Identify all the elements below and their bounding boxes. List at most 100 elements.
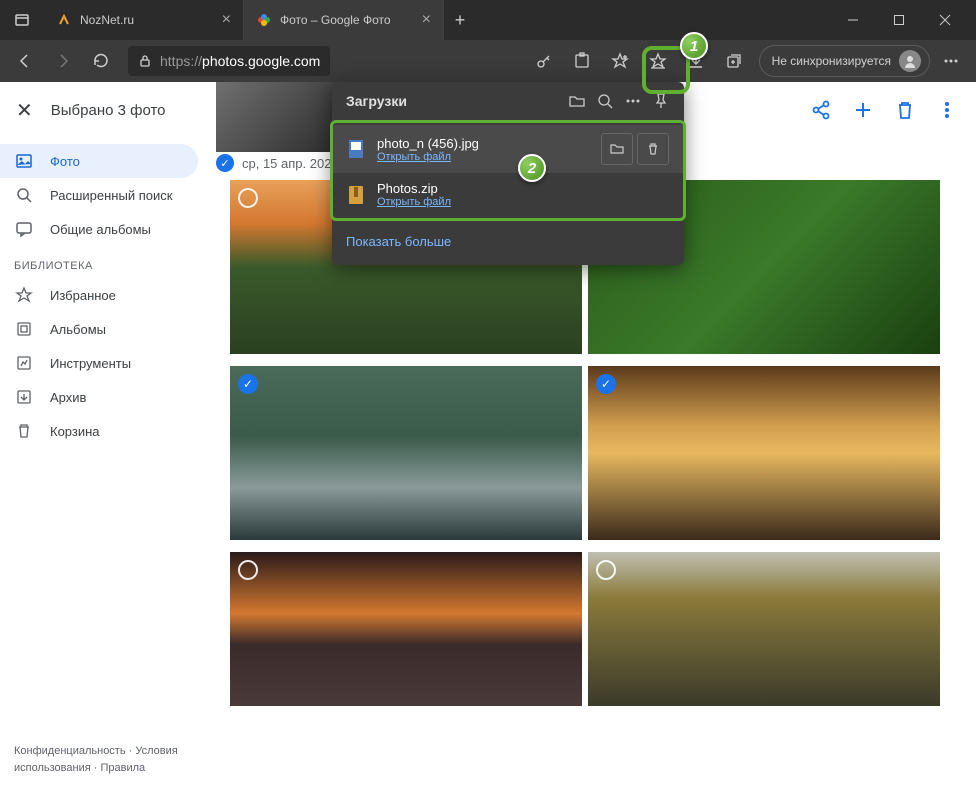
close-icon[interactable]: × xyxy=(422,11,431,29)
browser-toolbar: https://photos.google.com Не синхронизир… xyxy=(0,40,976,82)
nav-favorites[interactable]: Избранное xyxy=(0,278,198,312)
add-button[interactable] xyxy=(852,99,874,121)
tab-title: NozNet.ru xyxy=(80,13,134,27)
nav-tools[interactable]: Инструменты xyxy=(0,346,198,380)
key-icon[interactable] xyxy=(527,44,561,78)
url-host: photos.google.com xyxy=(202,53,320,69)
photo-thumb[interactable] xyxy=(230,552,582,706)
sidebar: ✕ Выбрано 3 фото Фото Расширенный поиск … xyxy=(0,82,210,790)
share-button[interactable] xyxy=(810,99,832,121)
select-circle[interactable] xyxy=(596,560,616,580)
more-button[interactable] xyxy=(934,44,968,78)
pin-button[interactable] xyxy=(652,92,670,110)
open-file-link[interactable]: Открыть файл xyxy=(377,151,589,163)
address-bar[interactable]: https://photos.google.com xyxy=(128,46,330,76)
more-downloads-button[interactable] xyxy=(624,92,642,110)
profile-label: Не синхронизируется xyxy=(772,54,891,68)
nav-search[interactable]: Расширенный поиск xyxy=(0,178,198,212)
back-button[interactable] xyxy=(8,44,42,78)
extensions-icon[interactable] xyxy=(565,44,599,78)
nav-label: Общие альбомы xyxy=(50,222,151,237)
photo-thumb[interactable]: ✓ xyxy=(230,366,582,540)
collections-icon[interactable] xyxy=(717,44,751,78)
show-in-folder-button[interactable] xyxy=(601,133,633,165)
search-downloads-button[interactable] xyxy=(596,92,614,110)
tools-icon xyxy=(14,354,34,372)
download-text: Photos.zip Открыть файл xyxy=(377,181,669,208)
nav-label: Избранное xyxy=(50,288,116,303)
favorites-icon[interactable] xyxy=(603,44,637,78)
nav-photos[interactable]: Фото xyxy=(0,144,198,178)
privacy-link[interactable]: Конфиденциальность xyxy=(14,745,126,757)
close-window-button[interactable] xyxy=(922,4,968,36)
new-tab-button[interactable]: + xyxy=(444,0,476,40)
forward-button[interactable] xyxy=(46,44,80,78)
file-image-icon xyxy=(347,138,365,160)
nav-archive[interactable]: Архив xyxy=(0,380,198,414)
nav: Фото Расширенный поиск Общие альбомы БИБ… xyxy=(0,138,210,448)
more-options-button[interactable] xyxy=(936,99,958,121)
footer-links: Конфиденциальность · Условия использован… xyxy=(0,729,210,790)
tab-noznet[interactable]: NozNet.ru × xyxy=(44,0,244,40)
date-select-check[interactable]: ✓ xyxy=(216,154,234,172)
photo-thumb[interactable] xyxy=(216,82,344,152)
show-more-link[interactable]: Показать больше xyxy=(346,234,451,249)
select-circle[interactable] xyxy=(238,188,258,208)
album-icon xyxy=(14,320,34,338)
downloads-list: photo_n (456).jpg Открыть файл Photos.zi… xyxy=(330,120,686,221)
delete-button[interactable] xyxy=(894,99,916,121)
favicon-icon xyxy=(256,12,272,28)
minimize-button[interactable] xyxy=(830,4,876,36)
refresh-button[interactable] xyxy=(84,44,118,78)
url-scheme: https:// xyxy=(160,53,202,69)
download-item[interactable]: photo_n (456).jpg Открыть файл xyxy=(333,125,683,173)
tab-google-photos[interactable]: Фото – Google Фото × xyxy=(244,0,444,40)
download-item[interactable]: Photos.zip Открыть файл xyxy=(333,173,683,216)
selection-bar: ✕ Выбрано 3 фото xyxy=(0,82,210,138)
callout-badge-1: 1 xyxy=(680,32,708,60)
delete-download-button[interactable] xyxy=(637,133,669,165)
download-actions xyxy=(601,133,669,165)
select-circle[interactable] xyxy=(238,560,258,580)
open-file-link[interactable]: Открыть файл xyxy=(377,196,669,208)
rules-link[interactable]: Правила xyxy=(100,762,145,774)
nav-label: Корзина xyxy=(50,424,100,439)
selection-label: Выбрано 3 фото xyxy=(51,102,166,119)
photo-thumb[interactable] xyxy=(588,552,940,706)
close-icon[interactable]: × xyxy=(222,11,231,29)
photo-thumb[interactable]: ✓ xyxy=(588,366,940,540)
favicon-icon xyxy=(56,12,72,28)
trash-icon xyxy=(14,422,34,440)
callout-badge-2: 2 xyxy=(518,154,546,182)
nav-label: Архив xyxy=(50,390,86,405)
action-bar xyxy=(792,82,976,138)
select-circle[interactable]: ✓ xyxy=(596,374,616,394)
downloads-title: Загрузки xyxy=(346,93,558,109)
lock-icon xyxy=(138,54,152,68)
maximize-button[interactable] xyxy=(876,4,922,36)
download-text: photo_n (456).jpg Открыть файл xyxy=(377,136,589,163)
tabs: NozNet.ru × Фото – Google Фото × + xyxy=(44,0,830,40)
nav-label: Альбомы xyxy=(50,322,106,337)
download-filename: Photos.zip xyxy=(377,181,669,196)
nav-trash[interactable]: Корзина xyxy=(0,414,198,448)
downloads-header: Загрузки xyxy=(332,82,684,120)
image-icon xyxy=(14,152,34,170)
show-more-row: Показать больше xyxy=(332,221,684,265)
download-filename: photo_n (456).jpg xyxy=(377,136,589,151)
tab-actions-icon[interactable] xyxy=(8,6,36,34)
search-icon xyxy=(14,186,34,204)
window-controls xyxy=(830,4,968,36)
open-folder-button[interactable] xyxy=(568,92,586,110)
tab-title: Фото – Google Фото xyxy=(280,13,391,27)
star-icon xyxy=(14,286,34,304)
nav-label: Инструменты xyxy=(50,356,131,371)
downloads-panel: Загрузки photo_n (456).jpg Открыть файл … xyxy=(332,82,684,265)
library-heading: БИБЛИОТЕКА xyxy=(0,246,210,278)
clear-selection-button[interactable]: ✕ xyxy=(16,98,33,123)
archive-icon xyxy=(14,388,34,406)
nav-albums[interactable]: Альбомы xyxy=(0,312,198,346)
profile-button[interactable]: Не синхронизируется xyxy=(759,45,930,77)
select-circle[interactable]: ✓ xyxy=(238,374,258,394)
nav-shared[interactable]: Общие альбомы xyxy=(0,212,198,246)
